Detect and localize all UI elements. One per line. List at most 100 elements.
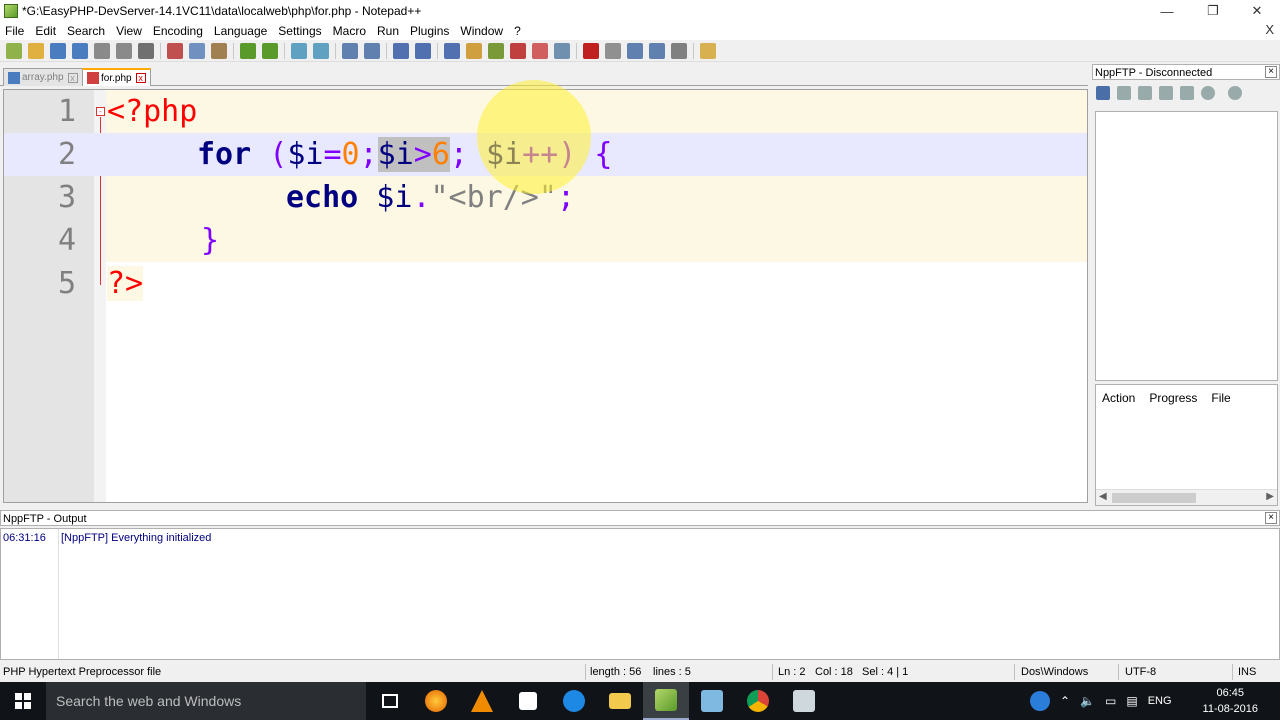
column-action[interactable]: Action xyxy=(1102,391,1135,405)
taskbar-file-explorer[interactable] xyxy=(597,682,643,720)
menu-macro[interactable]: Macro xyxy=(328,24,371,38)
horizontal-scrollbar[interactable]: ◀ ▶ xyxy=(1096,489,1277,505)
menu-edit[interactable]: Edit xyxy=(30,24,61,38)
replace-icon[interactable] xyxy=(313,42,329,59)
new-file-icon[interactable] xyxy=(6,42,22,59)
close-tab-icon[interactable]: x xyxy=(67,72,78,83)
upload-icon[interactable] xyxy=(1138,86,1152,100)
taskbar-firefox[interactable] xyxy=(413,682,459,720)
tab-array-php[interactable]: array.php x xyxy=(3,68,83,86)
taskbar-vlc[interactable] xyxy=(459,682,505,720)
network-globe-icon[interactable] xyxy=(1030,691,1050,711)
taskbar-chrome[interactable] xyxy=(735,682,781,720)
connect-icon[interactable] xyxy=(1096,86,1110,100)
column-file[interactable]: File xyxy=(1211,391,1230,405)
column-progress[interactable]: Progress xyxy=(1149,391,1197,405)
abort-icon[interactable] xyxy=(1201,86,1215,100)
monitor-icon[interactable] xyxy=(554,42,570,59)
run-macro-multiple-icon[interactable] xyxy=(649,42,665,59)
paste-icon[interactable] xyxy=(211,42,227,59)
ftp-file-tree[interactable] xyxy=(1095,111,1278,381)
download-icon[interactable] xyxy=(1117,86,1131,100)
cut-icon[interactable] xyxy=(167,42,183,59)
stop-macro-icon[interactable] xyxy=(605,42,621,59)
menu-run[interactable]: Run xyxy=(372,24,404,38)
record-macro-icon[interactable] xyxy=(583,42,599,59)
close-document-button[interactable]: X xyxy=(1265,22,1274,37)
start-button[interactable] xyxy=(0,682,46,720)
redo-icon[interactable] xyxy=(262,42,278,59)
find-icon[interactable] xyxy=(291,42,307,59)
open-file-icon[interactable] xyxy=(28,42,44,59)
token: 0 xyxy=(341,137,360,172)
status-insert-mode[interactable]: INS xyxy=(1238,666,1256,678)
menu-settings[interactable]: Settings xyxy=(273,24,326,38)
close-all-icon[interactable] xyxy=(116,42,132,59)
close-file-icon[interactable] xyxy=(94,42,110,59)
folder-workspace-icon[interactable] xyxy=(532,42,548,59)
function-list-icon[interactable] xyxy=(510,42,526,59)
tab-for-php[interactable]: for.php x xyxy=(82,68,151,86)
menu-window[interactable]: Window xyxy=(455,24,508,38)
close-button[interactable]: ✕ xyxy=(1234,0,1280,22)
network-icon[interactable]: ▭ xyxy=(1105,694,1116,708)
status-encoding[interactable]: UTF-8 xyxy=(1125,666,1156,678)
scroll-thumb[interactable] xyxy=(1112,493,1196,503)
save-icon[interactable] xyxy=(50,42,66,59)
maximize-button[interactable]: ❐ xyxy=(1190,0,1236,22)
indent-guide-icon[interactable] xyxy=(444,42,460,59)
menu-language[interactable]: Language xyxy=(209,24,272,38)
language-indicator[interactable]: ENG xyxy=(1148,695,1172,707)
show-all-chars-icon[interactable] xyxy=(415,42,431,59)
taskbar-edge[interactable] xyxy=(551,682,597,720)
udl-icon[interactable] xyxy=(466,42,482,59)
taskbar-store[interactable] xyxy=(505,682,551,720)
print-icon[interactable] xyxy=(138,42,154,59)
vlc-icon xyxy=(471,690,493,712)
undo-icon[interactable] xyxy=(240,42,256,59)
sync-icon[interactable] xyxy=(1180,86,1194,100)
line-number: 3 xyxy=(57,180,76,215)
action-center-icon[interactable]: ▤ xyxy=(1126,694,1137,708)
store-icon xyxy=(519,692,537,710)
menu-encoding[interactable]: Encoding xyxy=(148,24,208,38)
close-panel-icon[interactable]: × xyxy=(1265,66,1277,78)
zoom-out-icon[interactable] xyxy=(364,42,380,59)
toolbar-separator xyxy=(576,42,577,59)
taskbar-remote-desktop[interactable] xyxy=(781,682,827,720)
ftp-queue-list[interactable]: Action Progress File ◀ ▶ xyxy=(1095,384,1278,506)
copy-icon[interactable] xyxy=(189,42,205,59)
minimize-button[interactable]: — xyxy=(1144,0,1190,22)
zoom-in-icon[interactable] xyxy=(342,42,358,59)
menu-help[interactable]: ? xyxy=(509,24,526,38)
taskbar-notes-app[interactable] xyxy=(689,682,735,720)
nppftp-icon[interactable] xyxy=(700,42,716,59)
status-eol[interactable]: Dos\Windows xyxy=(1021,666,1088,678)
nppftp-panel: NppFTP - Disconnected × Action Progress … xyxy=(1092,64,1280,506)
close-tab-icon[interactable]: x xyxy=(135,73,146,83)
toolbar-separator xyxy=(437,42,438,59)
taskbar-clock[interactable]: 06:45 11-08-2016 xyxy=(1203,685,1258,717)
volume-icon[interactable]: 🔈 xyxy=(1080,694,1095,708)
word-wrap-icon[interactable] xyxy=(393,42,409,59)
taskbar-search-box[interactable]: Search the web and Windows xyxy=(46,682,366,720)
token: $i xyxy=(377,137,414,172)
gear-icon[interactable] xyxy=(1228,86,1242,100)
save-macro-icon[interactable] xyxy=(671,42,687,59)
close-panel-icon[interactable]: × xyxy=(1265,512,1277,524)
scroll-left-icon[interactable]: ◀ xyxy=(1099,491,1107,502)
play-macro-icon[interactable] xyxy=(627,42,643,59)
scroll-right-icon[interactable]: ▶ xyxy=(1266,491,1274,502)
menu-search[interactable]: Search xyxy=(62,24,110,38)
menu-view[interactable]: View xyxy=(111,24,147,38)
doc-map-icon[interactable] xyxy=(488,42,504,59)
taskbar-notepad-plus-plus[interactable] xyxy=(643,682,689,720)
save-all-icon[interactable] xyxy=(72,42,88,59)
output-panel[interactable]: 06:31:16 [NppFTP] Everything initialized xyxy=(0,528,1280,660)
task-view-button[interactable] xyxy=(367,682,413,720)
menu-plugins[interactable]: Plugins xyxy=(405,24,454,38)
refresh-icon[interactable] xyxy=(1159,86,1173,100)
menu-file[interactable]: File xyxy=(0,24,29,38)
show-hidden-icons-icon[interactable]: ⌃ xyxy=(1060,694,1070,708)
status-divider xyxy=(1232,664,1233,680)
